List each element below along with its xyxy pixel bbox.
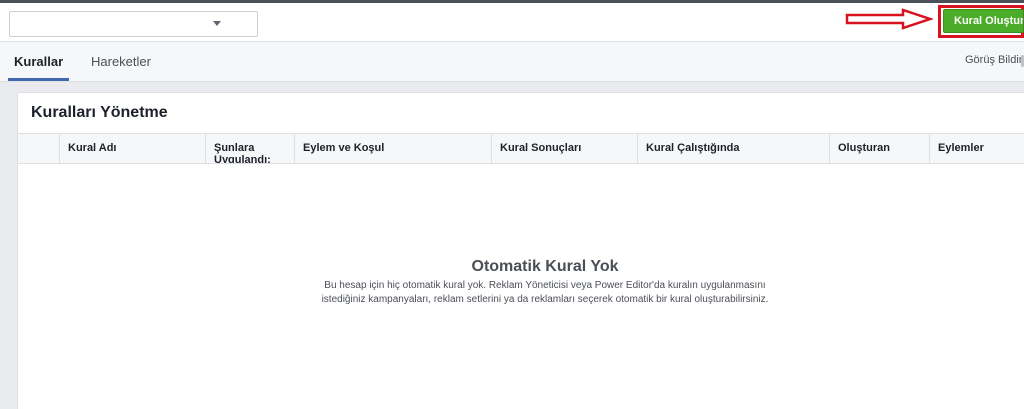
- column-header-rule-results[interactable]: Kural Sonuçları: [491, 134, 637, 163]
- table-header: Kural Adı Şunlara Uygulandı: Eylem ve Ko…: [18, 133, 1024, 164]
- tab-activity[interactable]: Hareketler: [91, 42, 151, 81]
- create-rule-button[interactable]: Kural Oluştur: [943, 9, 1024, 33]
- tab-bar: Kurallar Hareketler Görüş Bildir: [0, 42, 1024, 82]
- empty-state: Otomatik Kural Yok Bu hesap için hiç oto…: [265, 258, 825, 307]
- empty-state-description: Bu hesap için hiç otomatik kural yok. Re…: [321, 280, 769, 305]
- column-header-created-by[interactable]: Oluşturan: [829, 134, 929, 163]
- rules-panel: Kuralları Yönetme Kural Adı Şunlara Uygu…: [17, 92, 1024, 409]
- column-header-actions[interactable]: Eylemler: [929, 134, 1024, 163]
- column-header-rule-name[interactable]: Kural Adı: [59, 134, 205, 163]
- account-selector[interactable]: [9, 11, 258, 37]
- column-header-applied-to[interactable]: Şunlara Uygulandı:: [205, 134, 294, 163]
- empty-state-title: Otomatik Kural Yok: [471, 258, 619, 275]
- annotation-arrow-icon: [845, 8, 933, 30]
- column-header-select[interactable]: [18, 134, 59, 163]
- column-header-action-condition[interactable]: Eylem ve Koşul: [294, 134, 491, 163]
- tab-rules[interactable]: Kurallar: [8, 42, 70, 81]
- panel-title: Kuralları Yönetme: [31, 104, 168, 121]
- feedback-link[interactable]: Görüş Bildir: [965, 42, 1022, 79]
- chevron-down-icon[interactable]: [213, 21, 221, 26]
- column-header-when-rule-runs[interactable]: Kural Çalıştığında: [637, 134, 829, 163]
